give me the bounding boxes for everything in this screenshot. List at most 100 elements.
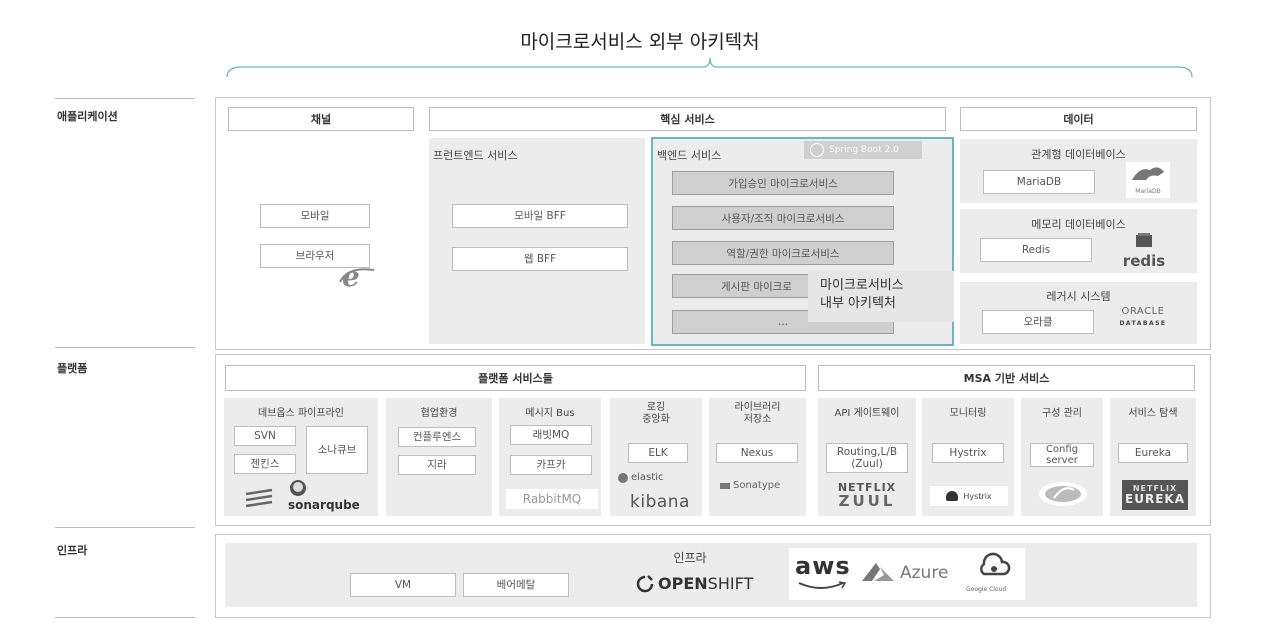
mobile-bff-box: 모바일 BFF: [452, 204, 628, 228]
jenkins-icon: [290, 480, 306, 496]
brace-icon: [226, 57, 1193, 78]
elk-box: ELK: [628, 443, 688, 463]
redis-logo: redis: [1120, 232, 1168, 270]
config-line-2: server: [1046, 455, 1078, 466]
library-title: 라이브러리 저장소: [709, 402, 806, 426]
frontend-title: 프런트엔드 서비스: [433, 149, 518, 162]
label-application-frame: [55, 98, 195, 348]
discovery-title: 서비스 탐색: [1128, 408, 1178, 419]
nexus-box: Nexus: [716, 443, 798, 463]
core-header: 핵심 서비스: [429, 107, 946, 131]
internal-architecture-callout: 마이크로서비스 내부 아키텍처: [808, 271, 954, 322]
azure-logo-text: Azure: [900, 563, 949, 583]
rdb-title: 관계형 데이터베이스: [1031, 148, 1126, 161]
seal-icon: [1132, 167, 1164, 180]
web-bff-box: 웹 BFF: [452, 247, 628, 271]
callout-line-1: 마이크로서비스: [820, 278, 904, 293]
sonatype-logo-text: Sonatype: [733, 480, 781, 491]
memdb-title: 메모리 데이터베이스: [1031, 218, 1126, 231]
openshift-logo: OPEN SHIFT: [636, 574, 753, 593]
channel-header: 채널: [228, 107, 414, 131]
backend-title: 백엔드 서비스: [657, 149, 722, 162]
aws-logo: aws: [795, 552, 851, 580]
zuul-logo-text: ZUUL: [838, 491, 896, 510]
backend-item-2: 사용자/조직 마이크로서비스: [672, 206, 894, 230]
backend-item-3: 역할/권한 마이크로서비스: [672, 241, 894, 265]
elastic-flower-icon: [618, 472, 628, 483]
elastic-logo: elastic: [618, 472, 663, 483]
legacy-title: 레거시 시스템: [1046, 290, 1111, 303]
config-title: 구성 관리: [1042, 408, 1082, 419]
kafka-box: 카프카: [510, 455, 592, 475]
redis-cube-icon: [1136, 233, 1152, 247]
logging-title-1: 로깅: [646, 402, 666, 413]
google-cloud-icon: [980, 552, 1011, 576]
mobile-box: 모바일: [260, 204, 370, 228]
spring-cloud-icon: [1039, 482, 1087, 506]
backend-item-1: 가입승인 마이크로서비스: [672, 171, 894, 195]
jenkins-box: 젠킨스: [234, 454, 296, 474]
oracle-box: 오라클: [982, 310, 1094, 334]
sonarqube-box: 소나큐브: [306, 426, 368, 474]
diagram-title: 마이크로서비스 외부 아키텍처: [520, 30, 760, 53]
google-cloud-text: Google Cloud: [966, 586, 1007, 593]
mariadb-box: MariaDB: [983, 170, 1095, 194]
routing-line-2: (Zuul): [851, 458, 883, 470]
logging-title-2: 중앙화: [642, 414, 670, 425]
data-header: 데이터: [960, 107, 1197, 131]
openshift-text-light: SHIFT: [707, 574, 754, 593]
messagebus-title: 메시지 Bus: [525, 408, 575, 419]
eureka-logo: NETFLIX EUREKA: [1122, 480, 1188, 510]
infra-title: 인프라: [673, 551, 707, 565]
hystrix-logo: Hystrix: [930, 486, 1008, 506]
redis-box: Redis: [980, 238, 1092, 262]
jira-box: 지라: [398, 455, 476, 475]
zuul-logo: NETFLIX ZUUL: [818, 482, 916, 509]
openshift-icon: [636, 574, 654, 592]
devops-title: 데브옵스 파이프라인: [258, 408, 344, 419]
library-title-1: 라이브러리: [734, 402, 781, 413]
sonatype-icon: [720, 482, 730, 489]
mariadb-logo: MariaDB: [1126, 162, 1170, 198]
kibana-logo: kibana: [630, 492, 690, 512]
config-server-box: Config server: [1030, 443, 1094, 467]
confluence-box: 컨플루엔스: [398, 427, 476, 447]
logging-title: 로깅 중앙화: [610, 402, 702, 426]
monitoring-title: 모니터링: [949, 408, 987, 419]
routing-box: Routing,L/B (Zuul): [826, 443, 908, 473]
azure-icon: [862, 563, 894, 581]
routing-line-1: Routing,L/B: [836, 445, 898, 458]
sonatype-logo: Sonatype: [720, 480, 780, 491]
rabbitmq-logo-text: RabbitMQ: [522, 492, 582, 506]
ie-logo-icon: e: [339, 262, 375, 290]
label-platform-frame: [55, 352, 195, 528]
svn-box: SVN: [234, 426, 296, 446]
gateway-title: API 게이트웨이: [834, 408, 900, 419]
sonarqube-logo: sonarqube: [288, 498, 360, 512]
vm-box: VM: [350, 573, 456, 597]
redis-logo-text: redis: [1122, 252, 1166, 270]
oracle-logo: ORACLE DATABASE: [1108, 306, 1178, 338]
library-title-2: 저장소: [743, 414, 772, 425]
oracle-database-text: DATABASE: [1119, 320, 1167, 327]
eureka-logo-text: EUREKA: [1125, 492, 1185, 506]
spring-boot-badge: Spring Boot 2.0: [804, 141, 922, 159]
spring-boot-label: Spring Boot 2.0: [829, 145, 899, 155]
frontend-panel: [429, 138, 645, 344]
rabbitmq-logo: RabbitMQ: [506, 489, 598, 509]
baremetal-box: 베어메탈: [463, 573, 569, 597]
hystrix-logo-text: Hystrix: [963, 491, 992, 501]
spring-leaf-icon: [810, 143, 824, 157]
openshift-text-bold: OPEN: [658, 574, 708, 593]
callout-line-2: 내부 아키텍처: [820, 295, 896, 311]
oracle-logo-text: ORACLE: [1121, 306, 1165, 317]
pipeline-icon: [245, 488, 273, 508]
msa-header: MSA 기반 서비스: [818, 365, 1195, 391]
collab-title: 협업환경: [420, 408, 458, 419]
hystrix-porcupine-icon: [946, 491, 959, 501]
label-infra-frame: [55, 534, 195, 618]
mariadb-logo-text: MariaDB: [1135, 188, 1161, 195]
eureka-box: Eureka: [1118, 443, 1188, 463]
platform-services-header: 플랫폼 서비스들: [225, 365, 806, 391]
rabbitmq-box: 래빗MQ: [510, 425, 592, 445]
